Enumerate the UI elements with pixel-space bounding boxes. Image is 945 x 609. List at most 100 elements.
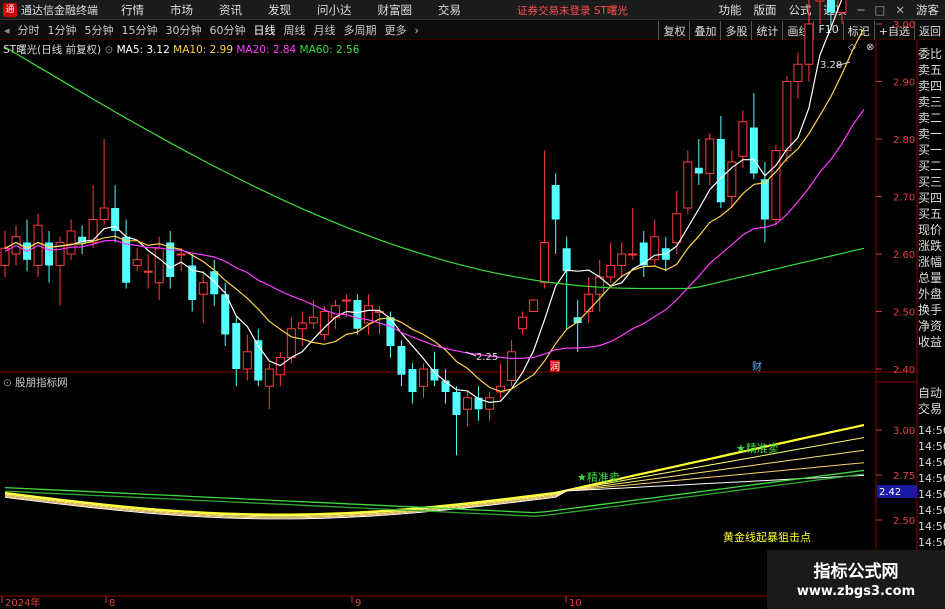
candle-up bbox=[606, 265, 616, 278]
candle-down bbox=[716, 139, 725, 203]
candle-up bbox=[99, 207, 109, 220]
side-volume: 总量 bbox=[918, 271, 943, 285]
close-chart-icon: ⊗ bbox=[866, 42, 874, 53]
candle-down bbox=[221, 294, 230, 335]
signal-sell-2: ★精准卖 bbox=[736, 442, 779, 455]
candle-down bbox=[551, 185, 560, 220]
current-value: 2.42 bbox=[879, 487, 901, 498]
axis-label: 2.75 bbox=[893, 471, 915, 482]
side-sell3: 卖三 bbox=[918, 95, 943, 109]
candle-down bbox=[353, 300, 362, 329]
candle-up bbox=[143, 270, 153, 273]
candle-up bbox=[132, 259, 142, 266]
candle-up bbox=[308, 316, 318, 324]
candle-up bbox=[815, 0, 825, 2]
side-buy3: 买三 bbox=[918, 175, 943, 189]
side-sell2: 卖二 bbox=[918, 111, 943, 125]
candle-up bbox=[418, 368, 428, 387]
axis-label: 2.60 bbox=[893, 250, 915, 261]
candle-up bbox=[463, 397, 473, 410]
candle-up bbox=[341, 299, 351, 302]
event-marker-2: 财 bbox=[752, 360, 762, 373]
axis-label: 3.00 bbox=[893, 20, 915, 31]
low-price-label: 2.25 bbox=[476, 352, 498, 363]
event-marker-1: 润 bbox=[550, 360, 560, 373]
x-label: 10 bbox=[569, 598, 582, 609]
side-price: 现价 bbox=[918, 223, 943, 237]
candle-up bbox=[176, 253, 186, 256]
axis-label: 3.00 bbox=[893, 426, 915, 437]
watermark: 指标公式网 www.zbgs3.com bbox=[767, 550, 945, 609]
candle-up bbox=[782, 81, 792, 151]
candle-up bbox=[804, 23, 814, 65]
auto-trade-panel: 自动 交易 bbox=[918, 385, 945, 417]
candle-up bbox=[650, 236, 660, 261]
axis-label: 2.90 bbox=[893, 78, 915, 89]
ma10-line bbox=[4, 27, 865, 393]
side-change: 涨跌 bbox=[918, 239, 943, 253]
time-item: 14:56 bbox=[918, 424, 945, 437]
axis-label: 2.70 bbox=[893, 193, 915, 204]
side-outer: 外盘 bbox=[918, 287, 943, 301]
side-sell5: 卖五 bbox=[918, 63, 943, 77]
indicator-line bbox=[4, 423, 865, 516]
candle-down bbox=[408, 369, 417, 392]
candle-up bbox=[529, 299, 539, 312]
x-label: 2024年 bbox=[5, 596, 40, 609]
candle-up bbox=[584, 293, 594, 312]
chart-canvas[interactable]: 3.203.103.002.902.802.702.602.502.403.00… bbox=[0, 0, 945, 609]
candle-up bbox=[485, 397, 495, 410]
candle-up bbox=[507, 351, 517, 381]
time-item: 14:56 bbox=[918, 520, 945, 533]
candle-down bbox=[826, 0, 835, 13]
candle-up bbox=[286, 328, 296, 358]
candle-down bbox=[397, 346, 406, 375]
candle-down bbox=[760, 179, 769, 220]
side-sell4: 卖四 bbox=[918, 79, 943, 93]
ma20-line bbox=[4, 109, 865, 360]
candle-up bbox=[738, 121, 748, 157]
candle-up bbox=[242, 351, 252, 370]
side-weibi: 委比 bbox=[918, 47, 943, 61]
axis-label: 2.50 bbox=[893, 516, 915, 527]
candle-up bbox=[628, 253, 638, 256]
candle-up bbox=[518, 316, 528, 330]
side-buy5: 买五 bbox=[918, 207, 943, 221]
side-turnover: 换手 bbox=[918, 303, 943, 317]
side-buy2: 买二 bbox=[918, 159, 943, 173]
quote-panel: 委比 卖五 卖四 卖三 卖二 卖一 买一 买二 买三 买四 买五 现价 涨跌 涨… bbox=[918, 46, 945, 350]
time-item: 14:56 bbox=[918, 536, 945, 549]
signal-golden: 黄金线起暴狙击点 bbox=[723, 530, 811, 544]
candle-up bbox=[705, 138, 715, 174]
candle-down bbox=[210, 271, 219, 295]
time-item: 14:56 bbox=[918, 504, 945, 517]
candle-down bbox=[452, 392, 461, 415]
candle-up bbox=[683, 161, 693, 209]
time-list: 14:56 14:56 14:56 14:56 14:56 14:56 14:5… bbox=[918, 423, 945, 551]
side-eps: 收益 bbox=[918, 335, 943, 349]
candle-down bbox=[694, 167, 703, 174]
time-item: 14:56 bbox=[918, 440, 945, 453]
candle-up bbox=[793, 63, 803, 82]
candle-down bbox=[639, 242, 648, 266]
candle-up bbox=[66, 230, 76, 255]
side-nav: 净资 bbox=[918, 319, 943, 333]
candle-up bbox=[540, 242, 550, 284]
candle-down bbox=[562, 248, 571, 272]
axis-label: 2.80 bbox=[893, 135, 915, 146]
x-label: 9 bbox=[355, 598, 361, 609]
trade-label[interactable]: 交易 bbox=[918, 401, 945, 417]
candle-up bbox=[297, 322, 307, 330]
auto-label[interactable]: 自动 bbox=[918, 385, 945, 401]
time-item: 14:56 bbox=[918, 488, 945, 501]
x-label: 8 bbox=[109, 598, 115, 609]
watermark-url: www.zbgs3.com bbox=[796, 584, 916, 599]
candle-up bbox=[198, 282, 208, 295]
axis-label: 2.40 bbox=[893, 365, 915, 376]
side-change-pct: 涨幅 bbox=[918, 255, 943, 269]
candle-up bbox=[617, 253, 627, 266]
side-sell1: 卖一 bbox=[918, 127, 943, 141]
diamond-icon: ◇ bbox=[848, 42, 856, 53]
side-buy1: 买一 bbox=[918, 143, 943, 157]
candle-up bbox=[154, 247, 164, 284]
